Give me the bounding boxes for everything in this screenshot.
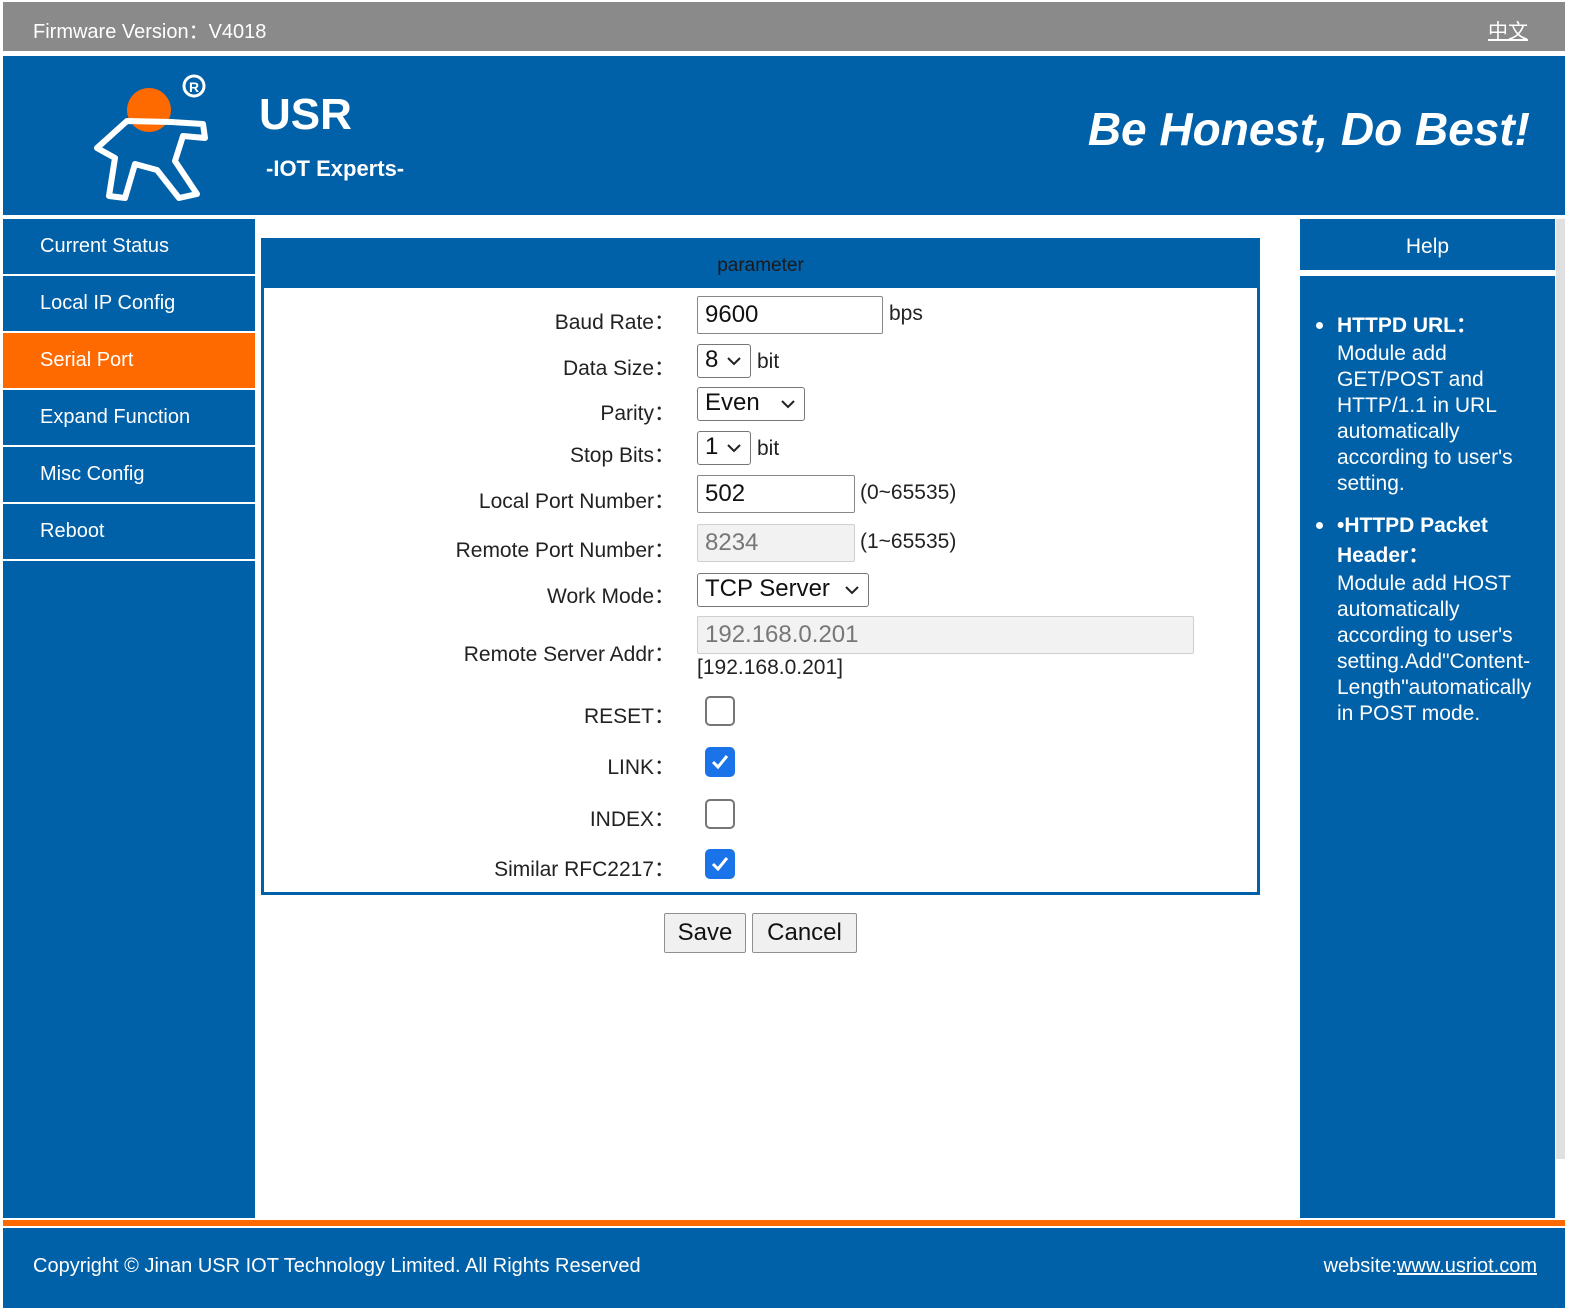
chevron-down-icon (727, 357, 741, 366)
help-item-heading: •HTTPD Packet Header： (1337, 514, 1488, 567)
footer: Copyright © Jinan USR IOT Technology Lim… (3, 1228, 1565, 1308)
website-link[interactable]: www.usriot.com (1397, 1255, 1537, 1277)
svg-text:R: R (189, 79, 199, 95)
footer-divider (3, 1220, 1565, 1226)
chevron-down-icon (845, 586, 859, 595)
slogan: Be Honest, Do Best! (1087, 103, 1530, 155)
check-icon (711, 857, 729, 872)
data-size-select[interactable]: 8 (697, 344, 751, 378)
stop-bits-value: 1 (705, 433, 719, 460)
help-item: •HTTPD Packet Header： Module add HOST au… (1314, 511, 1549, 727)
reset-label: RESET： (583, 705, 675, 728)
remote-port-label: Remote Port Number： (455, 539, 675, 562)
local-port-range: (0~65535) (860, 481, 957, 504)
brand-name: USR (259, 90, 352, 139)
parameter-panel: parameter Baud Rate： bps Data Size： 8 bi… (261, 238, 1260, 895)
rfc2217-checkbox[interactable] (705, 849, 735, 879)
remote-addr-note: [192.168.0.201] (697, 656, 843, 679)
brand-tagline: -IOT Experts- (266, 156, 405, 181)
chevron-down-icon (727, 444, 741, 453)
sidebar-item-serial-port[interactable]: Serial Port (3, 333, 255, 390)
data-size-unit: bit (757, 350, 780, 373)
chevron-down-icon (781, 400, 795, 409)
link-checkbox[interactable] (705, 747, 735, 777)
firmware-version: Firmware Version：V4018 (33, 21, 267, 43)
data-size-value: 8 (705, 346, 719, 373)
rfc2217-label: Similar RFC2217： (494, 858, 675, 881)
sidebar-item-local-ip-config[interactable]: Local IP Config (3, 276, 255, 333)
language-switch-link[interactable]: 中文 (1488, 15, 1528, 44)
help-title: Help (1300, 219, 1555, 276)
help-item: HTTPD URL： Module add GET/POST and HTTP/… (1314, 311, 1549, 497)
cancel-button[interactable]: Cancel (752, 913, 857, 953)
help-item-text: Module add GET/POST and HTTP/1.1 in URL … (1337, 342, 1513, 495)
index-checkbox[interactable] (705, 799, 735, 829)
website-label: website: (1323, 1255, 1397, 1277)
baud-rate-unit: bps (889, 302, 923, 325)
local-port-input[interactable] (697, 475, 855, 513)
sidebar-nav: Current Status Local IP Config Serial Po… (3, 219, 255, 1218)
website: website:www.usriot.com (1324, 1255, 1537, 1278)
help-item-text: Module add HOST automatically according … (1337, 572, 1532, 725)
help-list: HTTPD URL： Module add GET/POST and HTTP/… (1314, 311, 1549, 741)
baud-rate-input[interactable] (697, 296, 883, 334)
sidebar-item-current-status[interactable]: Current Status (3, 219, 255, 276)
check-icon (711, 755, 729, 770)
work-mode-value: TCP Server (705, 575, 830, 602)
save-button[interactable]: Save (664, 913, 746, 953)
work-mode-select[interactable]: TCP Server (697, 573, 869, 607)
remote-port-input (697, 524, 855, 562)
sidebar-item-expand-function[interactable]: Expand Function (3, 390, 255, 447)
panel-title: parameter (264, 241, 1257, 288)
help-item-heading: HTTPD URL： (1337, 314, 1477, 337)
help-panel: Help HTTPD URL： Module add GET/POST and … (1300, 219, 1555, 1218)
usr-logo-icon: R (94, 74, 208, 201)
work-mode-label: Work Mode： (547, 585, 675, 608)
data-size-label: Data Size： (562, 357, 675, 380)
parity-select[interactable]: Even (697, 387, 805, 421)
reset-checkbox[interactable] (705, 696, 735, 726)
index-label: INDEX： (589, 808, 675, 831)
stop-bits-select[interactable]: 1 (697, 431, 751, 465)
top-bar: Firmware Version：V4018 中文 (3, 2, 1565, 51)
remote-port-range: (1~65535) (860, 530, 957, 553)
local-port-label: Local Port Number： (478, 490, 675, 513)
parity-label: Parity： (600, 402, 675, 425)
scrollbar[interactable] (1556, 219, 1565, 1159)
copyright-text: Copyright © Jinan USR IOT Technology Lim… (33, 1255, 641, 1277)
sidebar-item-reboot[interactable]: Reboot (3, 504, 255, 561)
baud-rate-label: Baud Rate： (554, 311, 675, 334)
parity-value: Even (705, 389, 760, 416)
remote-addr-input (697, 616, 1194, 654)
sidebar-item-misc-config[interactable]: Misc Config (3, 447, 255, 504)
stop-bits-unit: bit (757, 437, 780, 460)
stop-bits-label: Stop Bits： (569, 444, 675, 467)
remote-addr-label: Remote Server Addr： (463, 643, 675, 666)
header: R USR -IOT Experts- Be Honest, Do Best! (3, 56, 1565, 215)
link-label: LINK： (607, 756, 675, 779)
